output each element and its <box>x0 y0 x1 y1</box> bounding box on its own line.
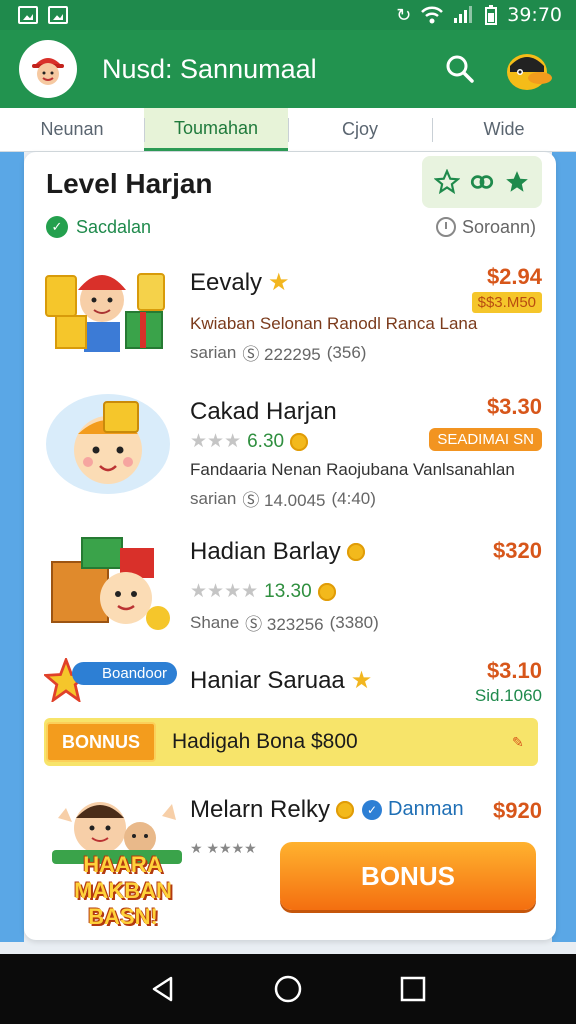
item-price-sub: Sid.1060 <box>474 686 542 705</box>
back-button[interactable] <box>143 969 183 1009</box>
item-meta: Shane Ⓢ 323256 (3380) <box>190 610 379 635</box>
star-outline-icon[interactable] <box>434 169 461 195</box>
sale-badge: SEADIMAI SN <box>429 428 542 451</box>
secondary-label[interactable]: ✓ Danman <box>362 798 464 821</box>
boy-gifts-icon <box>45 273 165 352</box>
search-icon <box>446 55 474 83</box>
bonus-button[interactable]: BONUS <box>280 842 536 910</box>
image-icon <box>48 6 68 24</box>
meta-count: (4:40) <box>331 488 376 508</box>
tab-toumahan[interactable]: Toumahan <box>144 108 288 151</box>
list-item[interactable]: Eevaly ★ $2.94 $$3.M50 Kwiaban Selonan R… <box>42 256 542 376</box>
gold-star-icon: ★ <box>268 269 290 296</box>
item-price: $3.10 <box>486 658 542 683</box>
meta-value: Ⓢ 14.0045 <box>242 491 326 510</box>
item-title: Melarn Relky <box>190 796 331 823</box>
item-price: $2.94 <box>486 264 542 289</box>
app-title: Nusd: Sannumaal <box>102 53 317 84</box>
item-rating-text: ★ ★★★★ <box>190 840 257 856</box>
item-price: $920 <box>493 798 542 823</box>
item-title: Haniar Saruaa <box>190 666 345 694</box>
item-title: Eevaly <box>190 268 263 296</box>
coin-icon <box>336 801 355 819</box>
meta-label: sarian <box>190 342 237 362</box>
recents-icon <box>401 976 426 1002</box>
signal-icon <box>454 6 473 23</box>
item-meta: sarian Ⓢ 14.0045 (4:40) <box>190 486 376 511</box>
bonus-banner[interactable]: BONNUS Hadigah Bona $800 ✎ <box>44 718 538 766</box>
meta-value: Ⓢ 323256 <box>245 615 324 634</box>
meta-count: (3380) <box>329 612 379 632</box>
link-icon[interactable] <box>469 169 495 195</box>
item-price: $320 <box>493 538 542 563</box>
bonus-tag: BONNUS <box>46 722 157 762</box>
recents-button[interactable] <box>393 969 433 1009</box>
category-icon: ✓ <box>46 216 68 238</box>
meta-label: Shane <box>190 612 240 632</box>
tab-neunan[interactable]: Neunan <box>0 108 144 151</box>
left-decoration <box>0 152 24 942</box>
gallery-icon <box>18 6 38 24</box>
app-bar: Nusd: Sannumaal <box>0 30 576 108</box>
rating-value: 6.30 <box>247 430 285 452</box>
rating-value: 13.30 <box>264 580 312 602</box>
item-title: Hadian Barlay <box>190 538 341 565</box>
tab-wide[interactable]: Wide <box>432 108 576 151</box>
item-rating: ★★★★ 13.30 <box>190 580 336 603</box>
system-nav-bar <box>0 954 576 1024</box>
home-button[interactable] <box>268 969 308 1009</box>
battery-icon <box>485 5 498 25</box>
avatar-icon <box>26 47 70 91</box>
item-meta: sarian Ⓢ 222295 (356) <box>190 340 366 365</box>
back-icon <box>152 976 172 1002</box>
item-rating: ★★★ 6.30 <box>190 430 309 453</box>
meta-label: sarian <box>190 488 237 508</box>
list-item[interactable]: Hadian Barlay $320 ★★★★ 13.30 Shane Ⓢ 32… <box>42 532 542 642</box>
edit-icon[interactable]: ✎ <box>512 734 528 750</box>
mascot-icon[interactable] <box>500 42 554 96</box>
category-label[interactable]: Sacdalan <box>76 217 151 238</box>
rating-stars-icon: ★★★★ <box>190 581 259 602</box>
gold-star-icon: ★ <box>350 667 373 694</box>
search-button[interactable] <box>440 49 480 89</box>
avatar[interactable] <box>22 43 74 95</box>
tab-bar: Neunan Toumahan Cjoy Wide <box>0 108 576 152</box>
level-card: Level Harjan ✓ Sacdalan Soroann) Eevaly … <box>24 152 556 940</box>
tab-cjoy[interactable]: Cjoy <box>288 108 432 151</box>
star-filled-icon[interactable] <box>504 169 530 195</box>
status-time: 39:70 <box>507 4 562 26</box>
price-tag: $$3.M50 <box>471 292 542 313</box>
item-title: Cakad Harjan <box>190 398 337 425</box>
item-price: $3.30 <box>486 394 542 419</box>
baby-gift-icon <box>46 394 170 494</box>
bonus-banner-text: Hadigah Bona $800 <box>172 730 358 753</box>
secondary-text: Danman <box>388 798 464 820</box>
sync-icon: ↻ <box>396 4 412 25</box>
coin-icon <box>290 432 309 451</box>
boandoor-badge[interactable]: Boandoor <box>72 662 178 685</box>
list-item[interactable]: Cakad Harjan $3.30 SEADIMAI SN ★★★ 6.30 … <box>42 390 542 510</box>
status-bar: ↻ 39:70 <box>0 0 576 30</box>
coin-icon <box>317 582 336 601</box>
item-description: Kwiaban Selonan Ranodl Ranca Lana <box>190 314 478 333</box>
wifi-icon <box>421 6 444 24</box>
coin-icon <box>346 543 365 561</box>
card-subheader: ✓ Sacdalan Soroann) <box>46 214 536 240</box>
time-label[interactable]: Soroann) <box>462 217 536 238</box>
meta-count: (356) <box>326 342 367 362</box>
item-description: Fandaaria Nenan Raojubana Vanlsanahlan <box>190 460 515 479</box>
meta-value: Ⓢ 222295 <box>242 345 321 364</box>
card-icon-group <box>422 156 542 208</box>
gift-box-character-icon <box>51 537 170 630</box>
list-item[interactable]: Boandoor Haniar Saruaa ★ $3.10 Sid.1060 <box>42 658 542 714</box>
badge-icon: ✓ <box>362 799 382 820</box>
home-icon <box>274 975 302 1003</box>
rating-stars-icon: ★★★ <box>190 431 242 452</box>
clock-icon <box>435 217 456 237</box>
promo-title: HAARA MAKBAN BASN! <box>74 852 172 929</box>
card-title: Level Harjan <box>46 168 213 199</box>
